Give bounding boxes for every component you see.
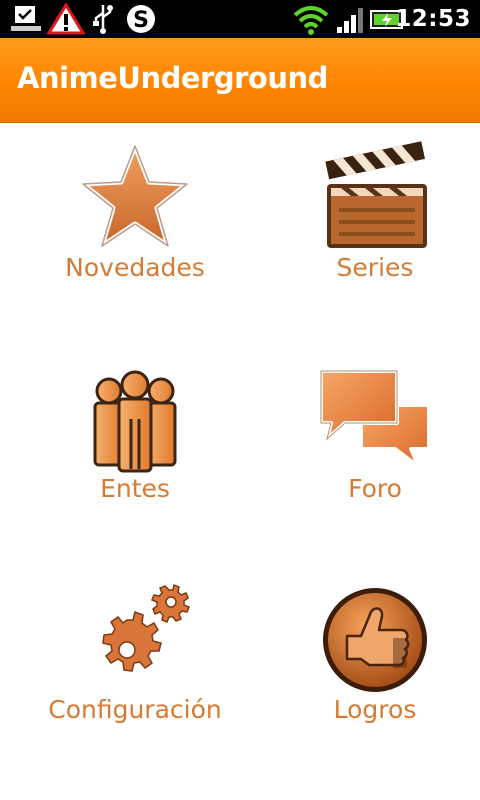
- menu-item-entes[interactable]: Entes: [15, 344, 255, 544]
- app-bar: AnimeUnderground: [0, 38, 480, 123]
- gears-icon: [102, 583, 190, 672]
- warning-icon: [47, 3, 85, 35]
- app-title: AnimeUnderground: [17, 61, 328, 95]
- status-clock: 12:53: [395, 6, 471, 32]
- signal-icon: [337, 8, 363, 33]
- menu-item-label: Configuración: [48, 695, 222, 724]
- menu-item-label: Novedades: [65, 253, 205, 282]
- skype-icon: S: [127, 5, 155, 33]
- star-icon: [80, 143, 190, 249]
- menu-item-foro[interactable]: Foro: [255, 344, 480, 544]
- clapperboard-icon: [325, 141, 427, 248]
- usb-icon: [93, 5, 113, 34]
- status-bar: S 12:53: [0, 0, 480, 38]
- menu-item-label: Entes: [100, 474, 170, 503]
- download-complete-icon: [11, 6, 41, 31]
- menu-item-series[interactable]: Series: [255, 123, 480, 323]
- menu-item-label: Series: [336, 253, 414, 282]
- svg-text:S: S: [133, 8, 149, 33]
- wifi-icon: [293, 6, 329, 35]
- menu-item-label: Foro: [348, 474, 402, 503]
- menu-item-novedades[interactable]: Novedades: [15, 123, 255, 323]
- thumbs-up-icon: [323, 588, 427, 692]
- menu-item-label: Logros: [333, 695, 417, 724]
- menu-grid: Novedades Series Entes Foro Configuració…: [0, 123, 480, 800]
- chat-bubbles-icon: [319, 369, 431, 469]
- menu-item-configuracion[interactable]: Configuración: [15, 565, 255, 765]
- menu-item-logros[interactable]: Logros: [255, 565, 480, 765]
- people-icon: [93, 370, 177, 473]
